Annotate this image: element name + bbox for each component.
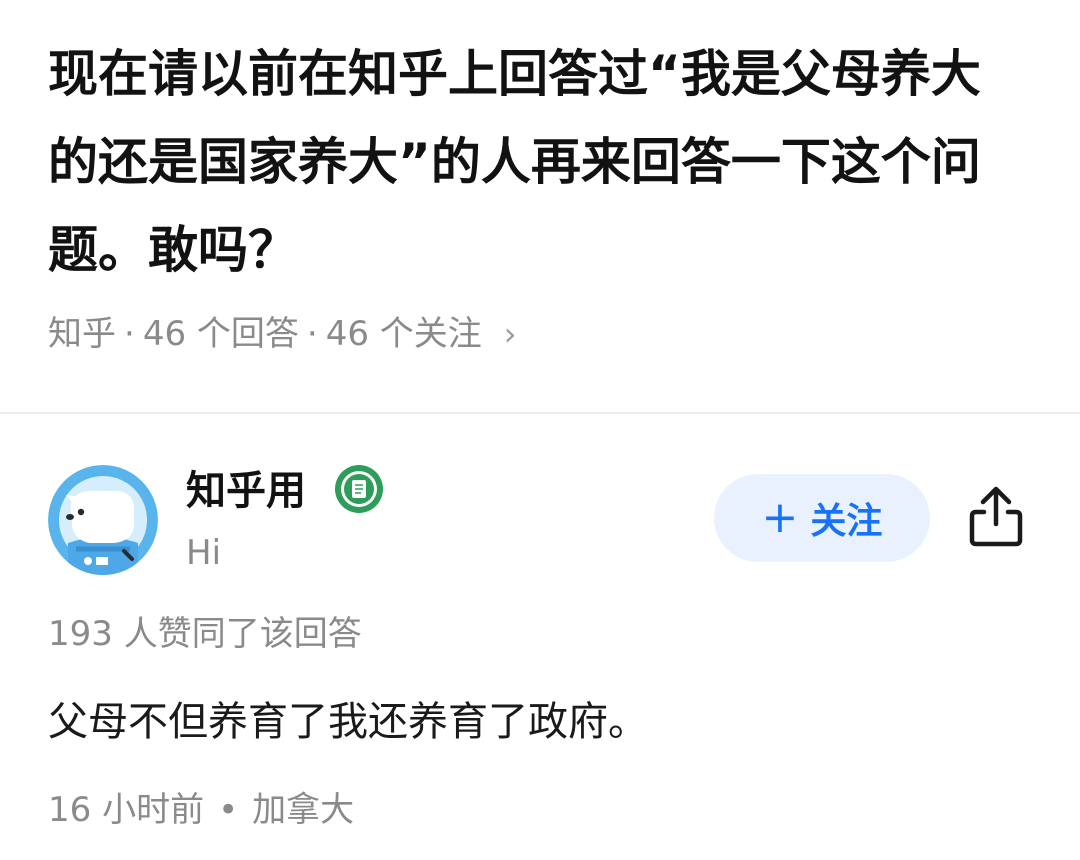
share-icon[interactable] <box>966 484 1026 550</box>
question-source: 知乎 <box>48 314 116 354</box>
follow-button[interactable]: + 关注 <box>714 474 930 562</box>
green-badge-icon <box>333 463 385 515</box>
answer-count: 46 个回答 <box>142 314 299 354</box>
answer-content[interactable]: 父母不但养育了我还养育了政府。 <box>48 692 648 752</box>
meta-dot: • <box>218 790 239 830</box>
answer-location: 加拿大 <box>252 790 355 830</box>
meta-separator: · <box>306 314 318 354</box>
plus-icon: + <box>761 492 799 543</box>
follow-label: 关注 <box>810 501 883 542</box>
chevron-right-icon: › <box>503 315 517 353</box>
question-meta[interactable]: 知乎 · 46 个回答 · 46 个关注 › <box>48 308 517 360</box>
section-divider <box>0 412 1080 414</box>
vote-count: 193 人赞同了该回答 <box>48 614 362 654</box>
author-bio: Hi <box>186 533 222 573</box>
avatar[interactable] <box>48 465 158 575</box>
author-name[interactable]: 知乎用 <box>186 463 306 519</box>
mascot-avatar-icon <box>48 465 158 575</box>
question-title[interactable]: 现在请以前在知乎上回答过“我是父母养大的还是国家养大”的人再来回答一下这个问题。… <box>48 30 1008 294</box>
answer-meta: 16 小时前 • 加拿大 <box>48 784 354 836</box>
answer-time: 16 小时前 <box>48 790 205 830</box>
follower-count: 46 个关注 <box>325 314 482 354</box>
meta-separator: · <box>124 314 135 354</box>
